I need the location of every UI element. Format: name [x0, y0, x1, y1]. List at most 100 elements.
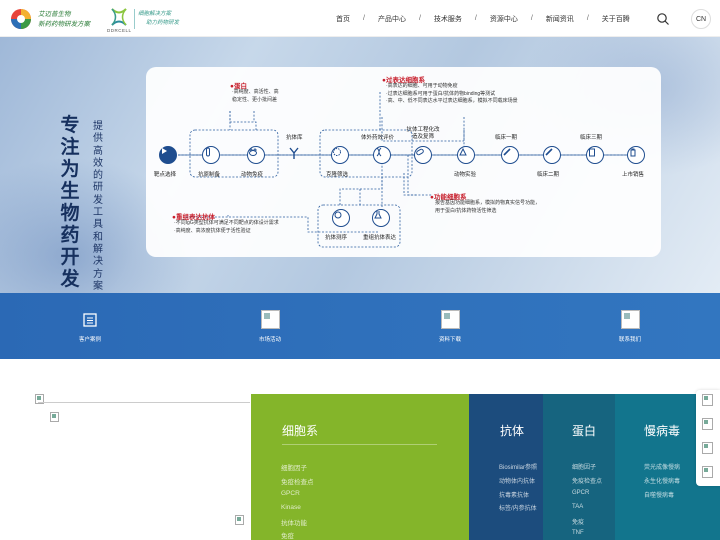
logo-line-2: 新药药物研发方案: [38, 20, 90, 28]
broken-image-icon[interactable]: [702, 418, 713, 430]
image-placeholder: [440, 310, 460, 329]
quick-link-contact[interactable]: 联系我们: [540, 293, 720, 359]
category-item[interactable]: GPCR: [572, 490, 589, 496]
syringe-icon: [501, 146, 519, 164]
language-switch-button[interactable]: CN: [691, 9, 711, 29]
quick-link-label: 资料下载: [438, 336, 461, 343]
nav-separator: /: [363, 15, 365, 22]
step-clinical-phase2: 临床二期: [537, 172, 560, 178]
broken-image-icon: [235, 515, 244, 525]
logo-line-1: 艾迈普生物: [38, 10, 71, 18]
main-nav: 首页 / 产品中心 / 技术服务 / 资源中心 / 新闻资讯 / 关于百腾: [336, 0, 630, 37]
quick-link-cases[interactable]: 客户案例: [0, 293, 180, 359]
step-animal-experiment: 动物实验: [454, 172, 477, 178]
pill-icon: [414, 146, 432, 164]
step-antibody-sequencing: 抗体测序: [325, 235, 348, 241]
clone-screen-icon: [331, 146, 349, 164]
recombinant-callout-desc: ·不同IgG类型抗体可满足不同靶点的体设计需求 ·高纯度、高浓度抗体便于活性验证: [174, 220, 279, 235]
nav-news[interactable]: 新闻资讯: [546, 14, 574, 24]
category-item[interactable]: 荧光成像慢病: [644, 462, 680, 471]
nav-separator: /: [474, 15, 477, 22]
search-icon[interactable]: [656, 12, 670, 26]
logo-divider: [134, 9, 135, 29]
category-item[interactable]: 永生化慢病毒: [644, 476, 680, 485]
syringe-icon: [543, 146, 561, 164]
dna-icon: [373, 146, 391, 164]
broken-image-icon: [260, 310, 280, 330]
workflow-diagram: 靶点选择 抗原制备 动物免疫 抗体库 克隆筛选 体外药效评价 抗体工程化改造及复…: [146, 67, 661, 257]
overexpression-desc-line: ·过表达细胞系可用于蛋白/抗体药物binding等测试: [386, 90, 496, 97]
image-placeholder: [260, 310, 280, 329]
step-target-selection: 靶点选择: [154, 172, 177, 178]
category-cell-lines[interactable]: 细胞系 细胞因子 免疫检查点 GPCR Kinase 抗体功能 免疫: [251, 394, 469, 540]
broken-image-icon[interactable]: [702, 466, 713, 478]
category-title: 抗体: [500, 424, 525, 438]
category-item[interactable]: TAA: [572, 504, 583, 510]
play-icon[interactable]: [159, 146, 177, 164]
medicine-bottle-icon: [627, 146, 645, 164]
image-placeholder: [620, 310, 640, 329]
category-item[interactable]: 免疫: [572, 517, 584, 526]
ddrcell-brand: DDRCELL: [107, 28, 132, 33]
engineering-label: 抗体工程化改造及复筛: [406, 127, 440, 140]
hero-title: 专注为生物药开发: [60, 115, 80, 290]
broken-image-icon[interactable]: [702, 394, 713, 406]
nav-resources[interactable]: 资源中心: [490, 14, 518, 24]
quick-link-events[interactable]: 市场活动: [180, 293, 360, 359]
category-item[interactable]: GPCR: [281, 490, 300, 497]
clipboard-icon: [586, 146, 604, 164]
nav-services[interactable]: 技术服务: [434, 14, 462, 24]
divider: [38, 402, 250, 403]
category-antibody[interactable]: 抗体 Biosimilar参照 动物体内抗体 抗毒素抗体 标签/内参抗体: [469, 394, 543, 540]
overexpression-desc-line: ·高、中、低不同表达水平过表达细胞系，模拟不同载床场景: [386, 98, 518, 104]
document-icon: [80, 310, 100, 330]
category-item[interactable]: Biosimilar参照: [499, 462, 537, 471]
category-divider: [282, 444, 437, 445]
category-item[interactable]: 免疫检查点: [281, 476, 314, 486]
category-item[interactable]: 免疫: [281, 530, 294, 540]
category-item[interactable]: 抗体功能: [281, 517, 307, 527]
mouse-icon: [247, 146, 265, 164]
quick-link-downloads[interactable]: 资料下载: [360, 293, 540, 359]
recombinant-desc-line: ·高纯度、高浓度抗体便于活性验证: [174, 227, 251, 234]
company-logo-icon[interactable]: [9, 7, 35, 31]
category-item[interactable]: TNF: [572, 530, 584, 536]
floating-sidebar: [696, 390, 720, 486]
category-item[interactable]: 自噬慢病毒: [644, 490, 674, 499]
protein-callout-desc: ·高纯度、高活性、高 稳定性、更小批间差: [232, 89, 279, 104]
category-item[interactable]: 细胞因子: [281, 462, 307, 472]
step-clinical-phase3: 临床三期: [580, 135, 603, 141]
category-item[interactable]: 标签/内参抗体: [499, 503, 537, 512]
category-item[interactable]: Kinase: [281, 504, 301, 511]
category-title: 蛋白: [572, 424, 597, 438]
animal-test-icon: [457, 146, 475, 164]
category-item[interactable]: 抗毒素抗体: [499, 490, 529, 499]
functional-callout-desc: 报告基因功能细胞系，模拟药物真实信号功能， 用于蛋白/抗体药物活性筛选: [435, 200, 540, 215]
step-antigen-prep: 抗原制备: [198, 172, 221, 178]
broken-image-icon[interactable]: [702, 442, 713, 454]
page-root: 艾迈普生物 新药药物研发方案 DDRCELL 细胞解决方案 助力药物研发 首页 …: [0, 0, 720, 540]
category-protein[interactable]: 蛋白 细胞因子 免疫检查点 GPCR TAA 免疫 TNF: [543, 394, 615, 540]
slogan-line-1: 细胞解决方案: [138, 11, 172, 17]
nav-home[interactable]: 首页: [336, 14, 350, 24]
category-item[interactable]: 免疫检查点: [572, 476, 602, 485]
quick-link-label: 联系我们: [618, 336, 641, 343]
step-in-vitro-evaluation: 体外药效评价: [361, 135, 395, 141]
ddrcell-slogan: 细胞解决方案 助力药物研发: [138, 10, 179, 28]
slogan-line-2: 助力药物研发: [146, 20, 180, 26]
category-item[interactable]: 细胞因子: [572, 462, 596, 471]
category-item[interactable]: 动物体内抗体: [499, 476, 535, 485]
functional-desc-line: 用于蛋白/抗体药物活性筛选: [435, 207, 497, 214]
recombinant-desc-line: ·不同IgG类型抗体可满足不同靶点的体设计需求: [174, 220, 279, 226]
nav-products[interactable]: 产品中心: [378, 14, 406, 24]
antibody-icon: [287, 146, 305, 164]
category-title: 慢病毒: [644, 424, 681, 438]
functional-desc-line: 报告基因功能细胞系，模拟药物真实信号功能，: [435, 200, 541, 206]
sequencing-icon: [332, 209, 350, 227]
nav-about[interactable]: 关于百腾: [602, 14, 630, 24]
protein-desc-line: 稳定性、更小批间差: [232, 96, 278, 103]
protein-desc-line: ·高纯度、高活性、高: [232, 89, 279, 95]
company-logo-text: 艾迈普生物 新药药物研发方案: [38, 9, 90, 29]
hero-subtitle: 提供高效的研发工具和解决方案: [93, 121, 103, 292]
hero-banner: 专注为生物药开发 提供高效的研发工具和解决方案 靶点选择 抗原制备 动物免疫 抗…: [0, 37, 720, 293]
